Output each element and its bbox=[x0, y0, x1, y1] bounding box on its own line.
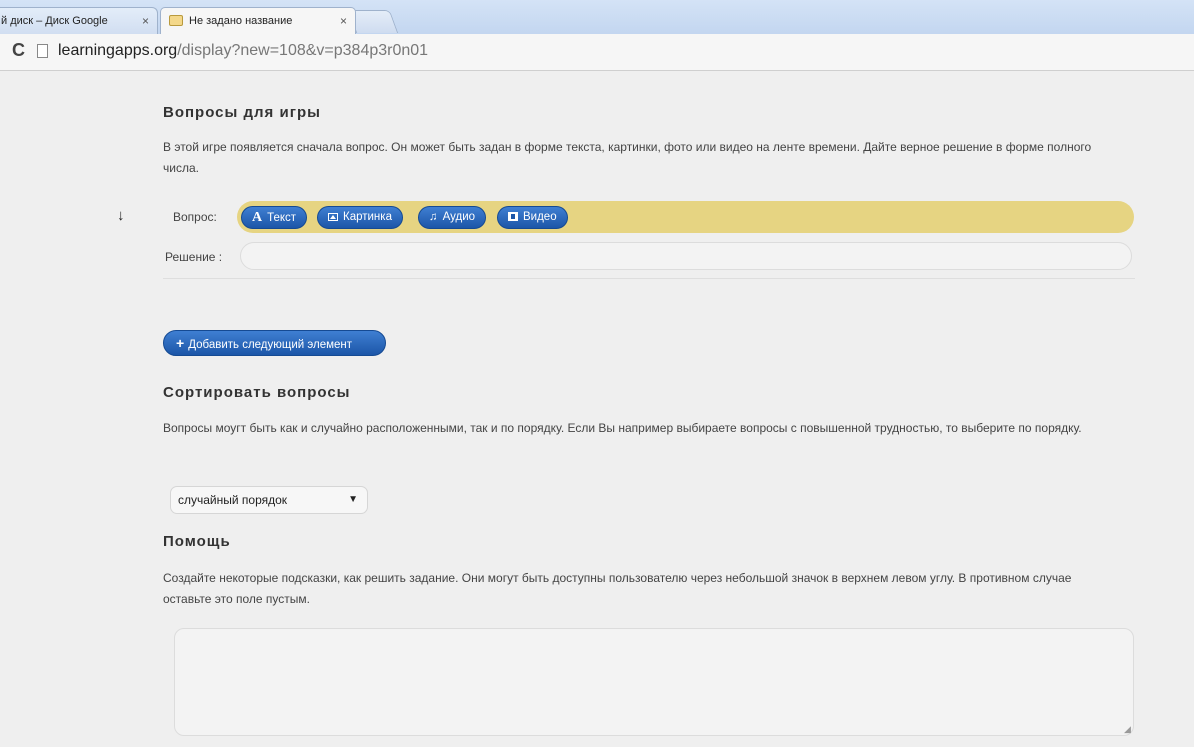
browser-tab-google-drive[interactable]: й диск – Диск Google × bbox=[0, 7, 158, 34]
address-bar[interactable]: learningapps.org/display?new=108&v=p384p… bbox=[58, 42, 428, 60]
move-down-arrow-icon[interactable]: ↓ bbox=[117, 207, 125, 224]
film-icon bbox=[508, 212, 518, 221]
tab-title: Не задано название bbox=[189, 15, 293, 27]
help-title: Помощь bbox=[163, 533, 231, 550]
plus-icon: + bbox=[176, 335, 185, 351]
text-button[interactable]: A Текст bbox=[241, 206, 308, 229]
add-element-button[interactable]: + Добавить следующий элемент bbox=[163, 330, 386, 356]
page-icon bbox=[37, 44, 48, 58]
browser-tab-active[interactable]: Не задано название × bbox=[160, 7, 356, 34]
divider bbox=[163, 278, 1135, 279]
music-note-icon: ♫ bbox=[429, 211, 438, 223]
help-textarea[interactable] bbox=[174, 628, 1134, 736]
audio-button[interactable]: ♫ Аудио bbox=[418, 206, 487, 229]
tab-close-icon[interactable]: × bbox=[340, 8, 347, 34]
question-label: Вопрос: bbox=[173, 210, 217, 224]
chevron-down-icon: ▼ bbox=[348, 494, 358, 505]
answer-label: Решение : bbox=[165, 250, 223, 264]
reload-icon[interactable]: C bbox=[12, 40, 25, 61]
order-select[interactable]: случайный порядок ▼ bbox=[170, 486, 368, 514]
order-select-value: случайный порядок bbox=[178, 493, 288, 507]
image-button[interactable]: Картинка bbox=[317, 206, 403, 229]
resize-grip-icon[interactable]: ◢ bbox=[1124, 724, 1131, 735]
questions-title: Вопросы для игры bbox=[163, 104, 321, 121]
help-description: Создайте некоторые подсказки, как решить… bbox=[163, 571, 1072, 606]
sorting-description: Вопросы моугт быть как и случайно распол… bbox=[163, 421, 1082, 435]
video-button[interactable]: Видео bbox=[497, 206, 568, 229]
browser-toolbar: C learningapps.org/display?new=108&v=p38… bbox=[0, 34, 1194, 71]
text-icon: A bbox=[252, 210, 263, 225]
sorting-title: Сортировать вопросы bbox=[163, 384, 351, 401]
url-host: learningapps.org bbox=[58, 42, 178, 59]
tab-title: й диск – Диск Google bbox=[1, 15, 108, 27]
questions-description: В этой игре появляется сначала вопрос. О… bbox=[163, 140, 1092, 175]
tab-close-icon[interactable]: × bbox=[142, 8, 149, 34]
url-path: /display?new=108&v=p384p3r0n01 bbox=[177, 42, 429, 59]
image-icon bbox=[328, 213, 338, 221]
favicon-icon bbox=[169, 15, 183, 26]
answer-input[interactable] bbox=[240, 242, 1132, 270]
browser-tabstrip: й диск – Диск Google × Не задано названи… bbox=[0, 0, 1194, 34]
question-media-bar: A Текст Картинка ♫ Аудио Видео bbox=[237, 201, 1134, 233]
